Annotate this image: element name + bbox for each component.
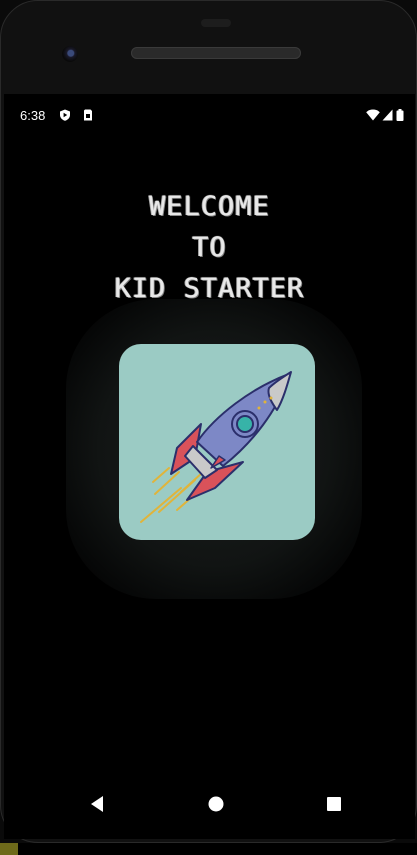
battery-icon: [396, 109, 404, 121]
phone-body: 6:38 WELCOME TO KID STARTER: [0, 0, 417, 843]
sim-card-icon: [84, 109, 92, 121]
top-sensor-slot: [201, 19, 231, 27]
status-time: 6:38: [20, 108, 46, 123]
wifi-icon: [366, 109, 380, 121]
device-frame: 6:38 WELCOME TO KID STARTER: [0, 0, 417, 855]
recents-button[interactable]: [324, 794, 344, 814]
welcome-title: WELCOME TO KID STARTER: [4, 186, 415, 309]
shield-play-icon: [60, 109, 70, 121]
signal-icon: [382, 109, 393, 121]
back-button[interactable]: [88, 794, 108, 814]
bottom-strip: [0, 843, 417, 855]
front-camera: [62, 46, 78, 62]
earpiece-speaker: [131, 47, 301, 59]
welcome-line-2: TO: [192, 232, 227, 263]
welcome-line-1: WELCOME: [149, 191, 270, 222]
home-button[interactable]: [206, 794, 226, 814]
corner-marker: [0, 843, 18, 855]
navigation-bar: [4, 784, 415, 824]
rocket-icon: [140, 371, 292, 523]
app-logo-tile: [119, 344, 315, 540]
status-bar: 6:38: [4, 94, 415, 138]
screen: 6:38 WELCOME TO KID STARTER: [4, 94, 415, 839]
